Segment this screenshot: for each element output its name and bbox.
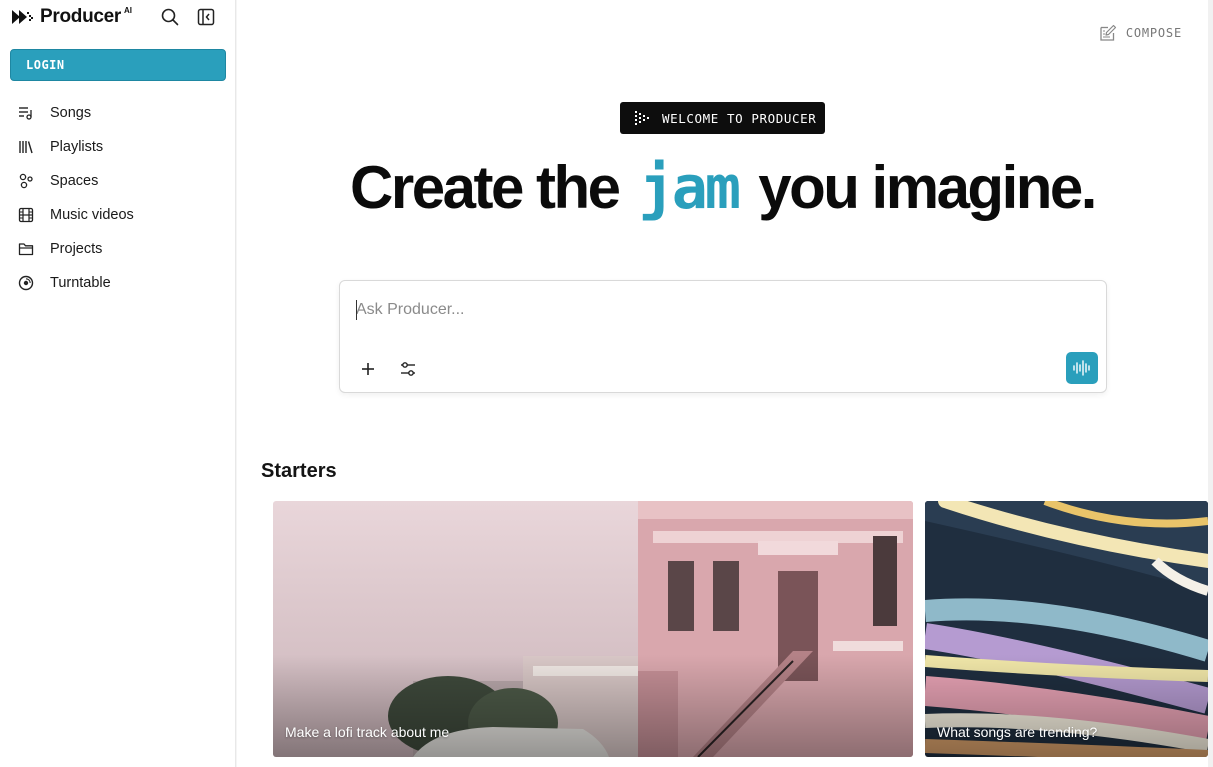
starter-card-trending[interactable]: What songs are trending? — [925, 501, 1208, 757]
prompt-box — [339, 280, 1107, 393]
text-caret — [356, 300, 357, 320]
sidebar-item-label: Playlists — [50, 139, 104, 155]
sidebar-item-label: Spaces — [50, 173, 99, 189]
headline-before: Create the — [350, 154, 621, 221]
sidebar-item-label: Turntable — [50, 275, 111, 291]
brand-superscript: AI — [124, 5, 133, 15]
hero-headline: Create the jam you imagine. — [237, 152, 1208, 224]
folder-icon — [18, 241, 34, 257]
login-button[interactable]: LOGIN — [10, 49, 226, 81]
search-icon[interactable] — [159, 6, 181, 28]
sidebar-item-songs[interactable]: Songs — [0, 96, 236, 130]
brand-name: Producer — [40, 6, 122, 27]
sidebar-item-projects[interactable]: Projects — [0, 232, 236, 266]
welcome-label: WELCOME TO PRODUCER — [662, 110, 817, 126]
starter-card-caption: Make a lofi track about me — [285, 724, 450, 740]
starter-card-lofi[interactable]: Make a lofi track about me — [273, 501, 913, 757]
compose-label: COMPOSE — [1125, 26, 1182, 40]
film-icon — [18, 207, 34, 223]
songs-icon — [18, 105, 34, 121]
sidebar-item-spaces[interactable]: Spaces — [0, 164, 236, 198]
sidebar-item-label: Projects — [50, 241, 103, 257]
sidebar-item-turntable[interactable]: Turntable — [0, 266, 236, 300]
sidebar: Producer AI LOGIN Songs Playlists Spaces — [0, 0, 236, 767]
starter-card-caption: What songs are trending? — [937, 724, 1098, 740]
starters-title: Starters — [261, 460, 337, 482]
prompt-input[interactable] — [356, 298, 1076, 322]
producer-pixel-icon — [635, 111, 649, 125]
welcome-badge: WELCOME TO PRODUCER — [620, 102, 825, 134]
spaces-icon — [18, 173, 34, 189]
sidebar-item-playlists[interactable]: Playlists — [0, 130, 236, 164]
add-icon[interactable] — [356, 357, 380, 381]
compose-icon — [1100, 24, 1116, 41]
abstract-paint-image — [925, 501, 1208, 757]
waveform-icon — [1073, 360, 1090, 376]
sidebar-item-music-videos[interactable]: Music videos — [0, 198, 236, 232]
producer-logo-icon — [12, 10, 33, 24]
pink-house-image — [273, 501, 913, 757]
main-panel: COMPOSE WELCOME TO PRODUCER Create the j… — [237, 0, 1208, 767]
turntable-icon — [18, 275, 34, 291]
sidebar-item-label: Music videos — [50, 207, 134, 223]
compose-button[interactable]: COMPOSE — [1099, 24, 1182, 42]
headline-after: you imagine. — [758, 154, 1097, 221]
sidebar-item-label: Songs — [50, 105, 92, 121]
playlists-icon — [18, 139, 34, 155]
voice-input-button[interactable] — [1066, 352, 1098, 384]
headline-accent: jam — [638, 153, 741, 223]
sidebar-nav: Songs Playlists Spaces Music videos Proj… — [0, 96, 236, 300]
scroll-gutter — [1208, 0, 1213, 767]
collapse-sidebar-icon[interactable] — [195, 6, 217, 28]
settings-sliders-icon[interactable] — [396, 357, 420, 381]
brand[interactable]: Producer AI — [12, 6, 135, 28]
